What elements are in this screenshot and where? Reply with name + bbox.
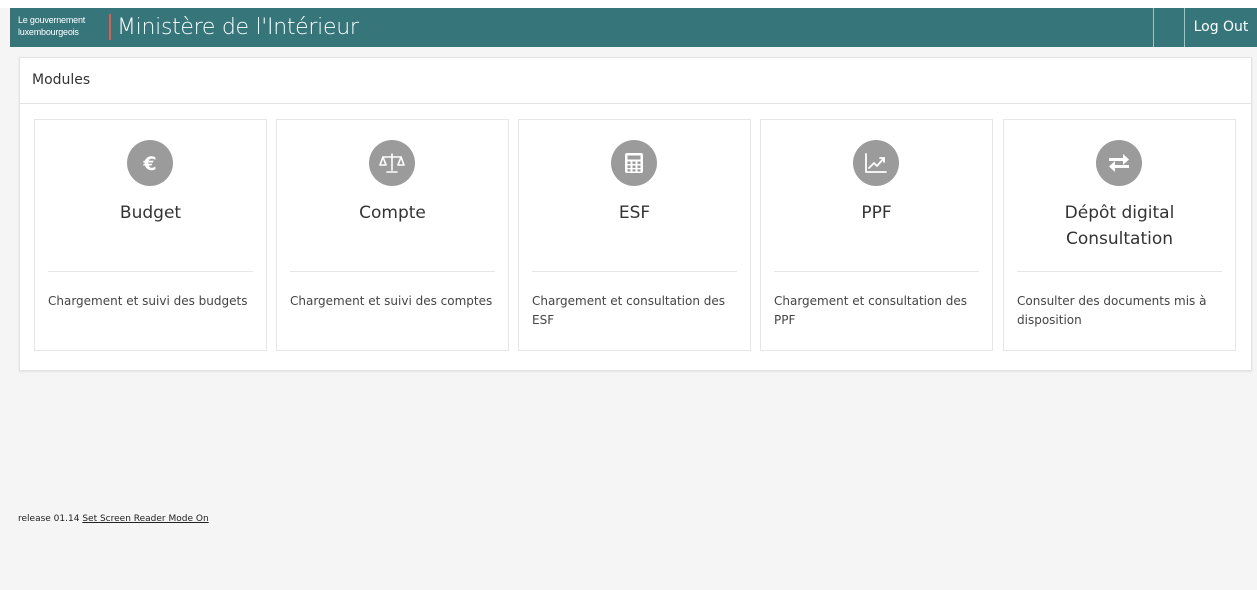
top-strip bbox=[0, 0, 1257, 8]
module-card-budget[interactable]: € Budget Chargement et suivi des budgets bbox=[34, 119, 267, 351]
divider bbox=[290, 271, 495, 272]
module-title: PPF bbox=[861, 203, 892, 223]
logout-button[interactable]: Log Out bbox=[1185, 8, 1257, 47]
module-description: Chargement et suivi des comptes bbox=[290, 294, 493, 308]
government-logo[interactable]: Le gouvernement luxembourgeois bbox=[18, 14, 108, 38]
calculator-icon bbox=[611, 140, 657, 186]
divider bbox=[774, 271, 979, 272]
brand-line-1: Le gouvernement bbox=[18, 15, 86, 25]
modules-panel: Modules € Budget Chargement et suivi des… bbox=[19, 57, 1252, 371]
module-card-esf[interactable]: ESF Chargement et consultation des ESF bbox=[518, 119, 751, 351]
brand-line-2: luxembourgeois bbox=[18, 27, 79, 37]
module-description: Consulter des documents mis à dispositio… bbox=[1017, 294, 1207, 327]
balance-scale-icon bbox=[369, 140, 415, 186]
brand-divider bbox=[109, 14, 111, 40]
module-description: Chargement et suivi des budgets bbox=[48, 294, 248, 308]
screen-reader-mode-link[interactable]: Set Screen Reader Mode On bbox=[82, 514, 208, 524]
module-card-ppf[interactable]: PPF Chargement et consultation des PPF bbox=[760, 119, 993, 351]
module-title: Budget bbox=[119, 203, 182, 223]
footer: release 01.14 Set Screen Reader Mode On bbox=[18, 514, 209, 524]
svg-text:€: € bbox=[142, 153, 156, 175]
module-description: Chargement et consultation des PPF bbox=[774, 294, 968, 327]
header-bar: Le gouvernement luxembourgeois Ministère… bbox=[10, 8, 1257, 47]
module-card-depot-digital[interactable]: Dépôt digital Consultation Consulter des… bbox=[1003, 119, 1236, 351]
panel-heading: Modules bbox=[20, 58, 1251, 104]
release-label: release 01.14 bbox=[18, 514, 80, 524]
divider bbox=[1017, 271, 1222, 272]
divider bbox=[532, 271, 737, 272]
nav-separator bbox=[1153, 8, 1154, 47]
module-card-compte[interactable]: Compte Chargement et suivi des comptes bbox=[276, 119, 509, 351]
exchange-icon bbox=[1096, 140, 1142, 186]
ministry-title: Ministère de l'Intérieur bbox=[117, 15, 359, 40]
euro-icon: € bbox=[127, 140, 173, 186]
module-title: Dépôt digital Consultation bbox=[1064, 203, 1175, 249]
divider bbox=[48, 271, 253, 272]
module-description: Chargement et consultation des ESF bbox=[532, 294, 726, 327]
module-title: ESF bbox=[618, 203, 651, 223]
module-title: Compte bbox=[359, 203, 426, 223]
line-chart-icon bbox=[853, 140, 899, 186]
